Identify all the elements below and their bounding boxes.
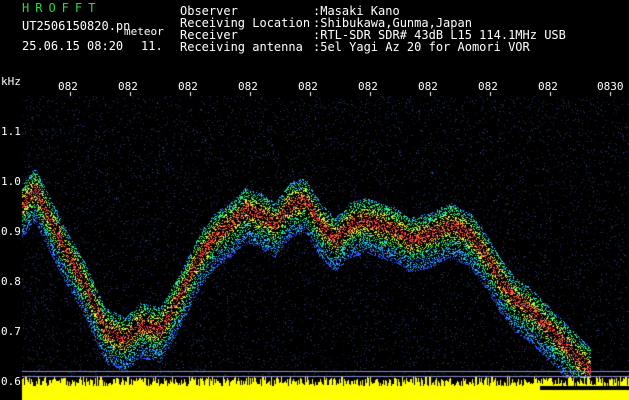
count-label: 11. bbox=[141, 39, 163, 53]
y-tick-label: 0.6 bbox=[1, 375, 21, 388]
antenna-label: Receiving antenna bbox=[180, 40, 303, 54]
y-tick-label: 0.9 bbox=[1, 225, 21, 238]
program-title: HROFFT bbox=[22, 1, 102, 15]
y-tick-label: 0.8 bbox=[1, 275, 21, 288]
x-tick-label: 0830 bbox=[597, 80, 624, 93]
antenna-value: :5el Yagi Az 20 for Aomori VOR bbox=[313, 40, 530, 54]
y-tick-label: 1.0 bbox=[1, 175, 21, 188]
x-tick-label: 082 bbox=[358, 80, 378, 93]
y-tick-label: 1.1 bbox=[1, 125, 21, 138]
x-tick-label: 082 bbox=[118, 80, 138, 93]
x-tick-label: 082 bbox=[178, 80, 198, 93]
x-tick-label: 082 bbox=[538, 80, 558, 93]
y-axis-unit: kHz bbox=[1, 75, 21, 88]
x-tick-label: 082 bbox=[58, 80, 78, 93]
x-tick-label: 082 bbox=[418, 80, 438, 93]
x-tick-label: 082 bbox=[238, 80, 258, 93]
meteor-tag: meteor bbox=[124, 25, 164, 38]
date-time-label: 25.06.15 08:20 bbox=[22, 39, 124, 53]
y-tick-label: 0.7 bbox=[1, 325, 21, 338]
x-tick-label: 082 bbox=[298, 80, 318, 93]
spectrogram-canvas bbox=[0, 0, 629, 400]
filename-label: UT2506150820.pn bbox=[22, 19, 131, 33]
x-tick-label: 082 bbox=[478, 80, 498, 93]
